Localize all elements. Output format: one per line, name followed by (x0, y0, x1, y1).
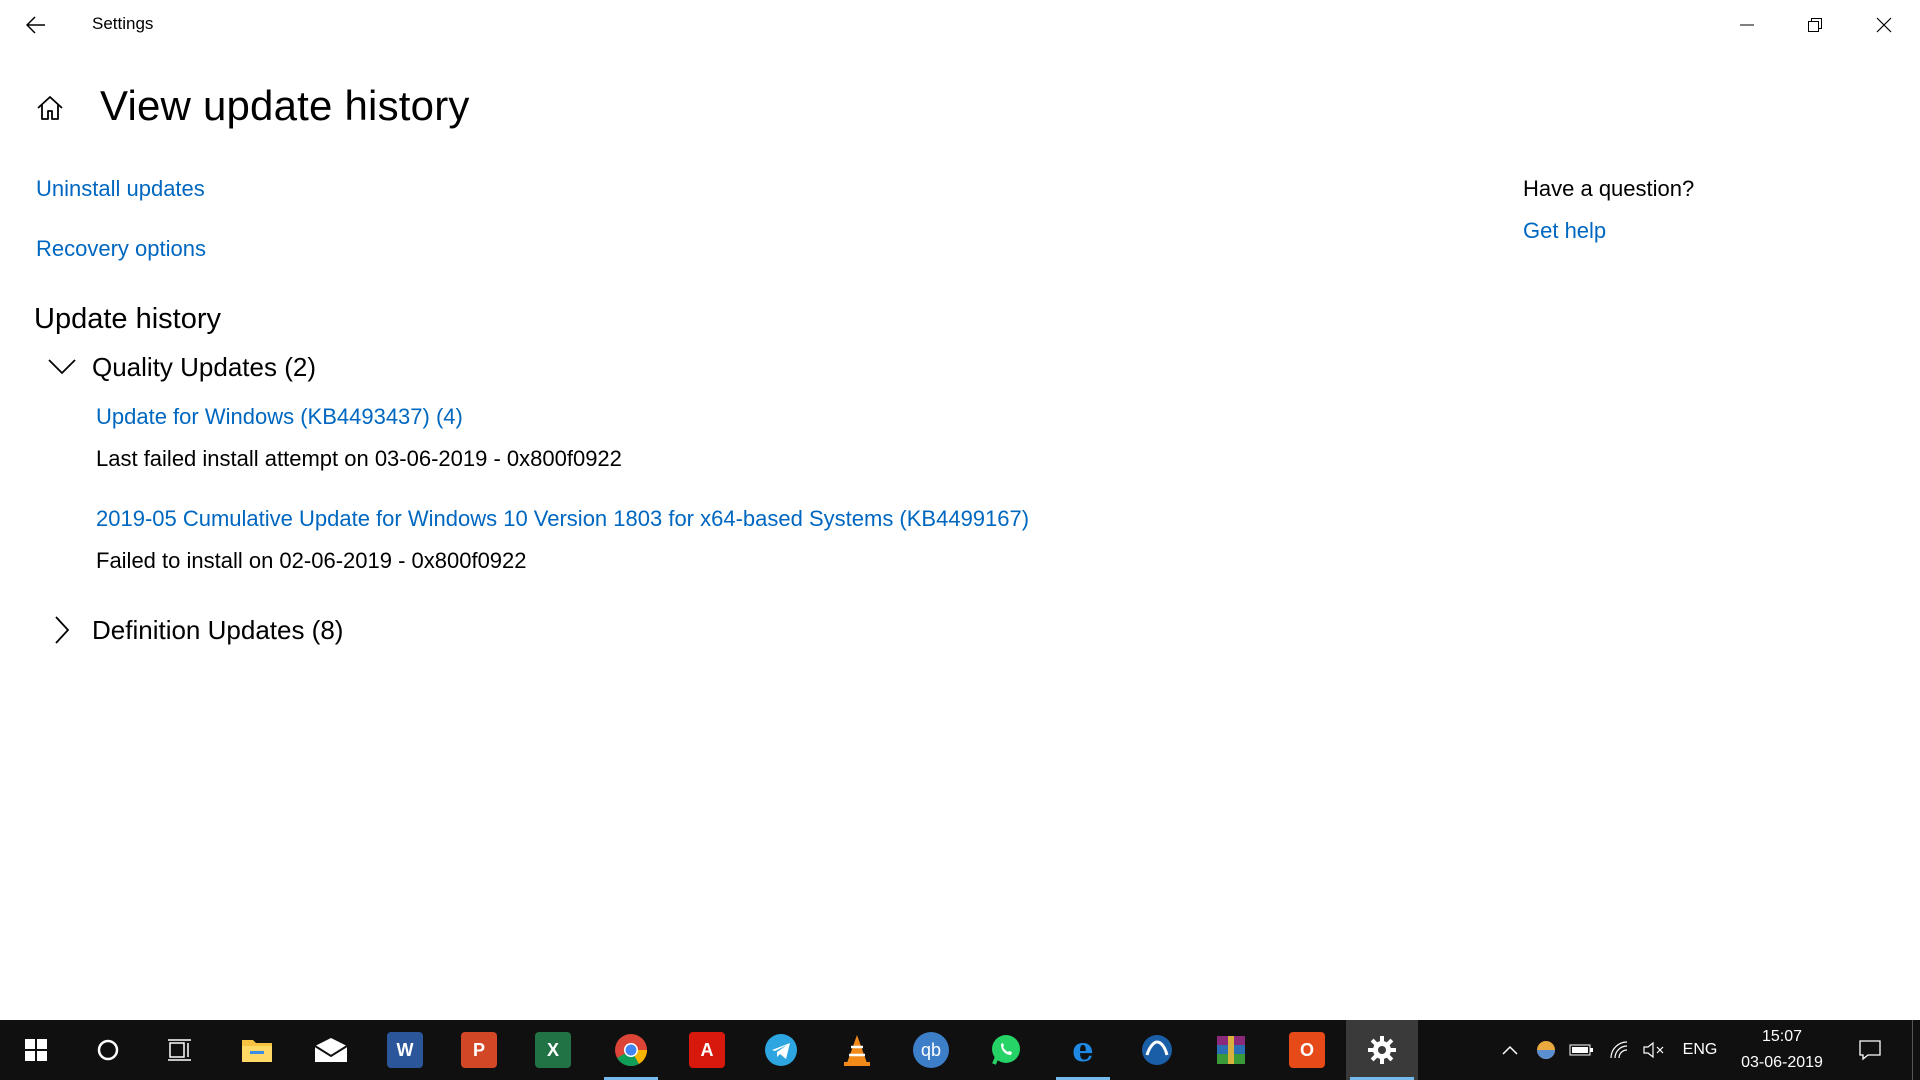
winrar-icon (1217, 1036, 1245, 1064)
powerpoint-icon: P (461, 1032, 497, 1068)
update-item-title[interactable]: Update for Windows (KB4493437) (4) (96, 404, 463, 430)
notification-icon (1859, 1040, 1881, 1061)
task-view-button[interactable] (144, 1020, 216, 1080)
show-hidden-icons-button[interactable] (1498, 1020, 1522, 1080)
quality-updates-label: Quality Updates (2) (92, 351, 316, 382)
volume-muted-icon (1643, 1041, 1664, 1059)
clock-date: 03-06-2019 (1741, 1054, 1823, 1071)
home-icon (37, 96, 63, 120)
vlc-icon (844, 1035, 870, 1066)
action-center-button[interactable] (1840, 1020, 1900, 1080)
taskbar-chrome[interactable] (600, 1020, 662, 1080)
word-icon: W (387, 1032, 423, 1068)
clock-time: 15:07 (1761, 1028, 1803, 1045)
back-arrow-icon (26, 15, 45, 34)
title-bar: Settings (0, 0, 1920, 49)
clock[interactable]: 15:07 03-06-2019 (1726, 1024, 1838, 1076)
input-language[interactable]: ENG (1680, 1020, 1720, 1080)
taskbar-powerpoint[interactable]: P (448, 1020, 510, 1080)
battery-icon (1569, 1044, 1593, 1056)
chevron-up-icon (1502, 1045, 1518, 1055)
close-icon (1876, 17, 1892, 32)
update-history-heading: Update history (34, 303, 221, 335)
excel-icon: X (535, 1032, 571, 1068)
close-button[interactable] (1850, 0, 1918, 49)
help-question: Have a question? (1523, 176, 1695, 201)
taskbar-edge[interactable]: e (1052, 1020, 1114, 1080)
taskbar-word[interactable]: W (374, 1020, 436, 1080)
get-help-link[interactable]: Get help (1523, 218, 1606, 244)
update-item-title[interactable]: 2019-05 Cumulative Update for Windows 10… (96, 506, 1029, 532)
taskbar: W P X A qb e O ENG 15:07 03-06-2019 (0, 1020, 1920, 1080)
task-view-icon (168, 1039, 191, 1061)
show-desktop-button[interactable] (1912, 1020, 1920, 1080)
taskbar-telegram[interactable] (750, 1020, 812, 1080)
chevron-down-icon (48, 359, 76, 375)
taskbar-office[interactable]: O (1276, 1020, 1338, 1080)
definition-updates-label: Definition Updates (8) (92, 614, 344, 645)
edge-icon: e (1072, 1030, 1094, 1070)
network-button[interactable] (1606, 1020, 1634, 1080)
taskbar-qbittorrent[interactable]: qb (900, 1020, 962, 1080)
tray-app-button[interactable] (1532, 1020, 1560, 1080)
home-button[interactable] (34, 92, 66, 124)
chrome-icon (615, 1034, 648, 1067)
taskbar-acrobat[interactable]: A (676, 1020, 738, 1080)
restore-button[interactable] (1781, 0, 1849, 49)
minimize-icon (1740, 24, 1754, 25)
chevron-right-icon (55, 616, 70, 644)
minimize-button[interactable] (1713, 0, 1781, 49)
update-item-status: Failed to install on 02-06-2019 - 0x800f… (96, 548, 527, 573)
gear-icon (1368, 1036, 1396, 1064)
uninstall-updates-link[interactable]: Uninstall updates (36, 176, 205, 202)
mail-icon (314, 1038, 348, 1062)
tray-app-icon (1537, 1041, 1555, 1059)
cortana-icon (97, 1039, 119, 1061)
whatsapp-icon (992, 1035, 1020, 1065)
folder-icon (242, 1040, 272, 1062)
taskbar-excel[interactable]: X (522, 1020, 584, 1080)
office-icon: O (1289, 1032, 1325, 1068)
taskbar-mail[interactable] (300, 1020, 362, 1080)
recovery-options-link[interactable]: Recovery options (36, 236, 206, 262)
start-button[interactable] (0, 1020, 72, 1080)
qbittorrent-icon: qb (913, 1032, 949, 1068)
back-button[interactable] (0, 0, 72, 49)
wifi-icon (1610, 1041, 1628, 1059)
cloud-app-icon (1142, 1035, 1172, 1065)
restore-icon (1808, 17, 1822, 32)
cortana-button[interactable] (72, 1020, 144, 1080)
page-title: View update history (100, 82, 470, 129)
quality-updates-toggle[interactable]: Quality Updates (2) (40, 345, 316, 389)
taskbar-winrar[interactable] (1200, 1020, 1262, 1080)
taskbar-cloud-app[interactable] (1126, 1020, 1188, 1080)
taskbar-vlc[interactable] (826, 1020, 888, 1080)
acrobat-icon: A (689, 1032, 725, 1068)
update-item-status: Last failed install attempt on 03-06-201… (96, 446, 622, 471)
volume-button[interactable] (1640, 1020, 1668, 1080)
windows-logo-icon (25, 1039, 47, 1061)
taskbar-file-explorer[interactable] (226, 1020, 288, 1080)
definition-updates-toggle[interactable]: Definition Updates (8) (40, 608, 343, 652)
taskbar-whatsapp[interactable] (975, 1020, 1037, 1080)
battery-button[interactable] (1568, 1020, 1596, 1080)
app-title: Settings (92, 14, 154, 33)
telegram-icon (765, 1034, 797, 1066)
taskbar-settings[interactable] (1346, 1020, 1418, 1080)
